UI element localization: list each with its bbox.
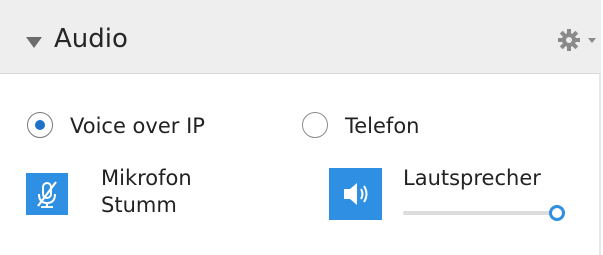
speaker-icon xyxy=(344,183,368,205)
radio-button-selected[interactable] xyxy=(27,112,53,138)
microphone-muted-icon xyxy=(37,181,57,208)
slider-track xyxy=(403,211,565,215)
gear-icon xyxy=(558,29,580,51)
chevron-down-icon xyxy=(588,38,596,43)
microphone-label-line2: Stumm xyxy=(101,193,177,217)
radio-telefon[interactable]: Telefon xyxy=(302,112,442,142)
radio-button-unselected[interactable] xyxy=(302,112,328,138)
panel-header: Audio xyxy=(0,0,601,74)
radio-selected-dot xyxy=(35,120,45,130)
settings-menu-button[interactable] xyxy=(555,25,599,55)
panel-title: Audio xyxy=(54,24,128,54)
speaker-button[interactable] xyxy=(329,168,382,220)
microphone-label: Mikrofon Stumm xyxy=(101,165,192,219)
speaker-volume-slider[interactable] xyxy=(403,203,565,223)
collapse-arrow-icon[interactable] xyxy=(26,37,42,48)
microphone-label-line1: Mikrofon xyxy=(101,166,192,190)
radio-label-voip: Voice over IP xyxy=(70,114,205,138)
slider-thumb[interactable] xyxy=(549,205,565,221)
radio-voice-over-ip[interactable]: Voice over IP xyxy=(27,112,247,142)
audio-panel: Audio Voice over IP Telefon Mikrofon Stu… xyxy=(0,0,601,255)
radio-label-telefon: Telefon xyxy=(345,114,420,138)
microphone-mute-button[interactable] xyxy=(26,173,68,215)
speaker-label: Lautsprecher xyxy=(403,166,541,190)
